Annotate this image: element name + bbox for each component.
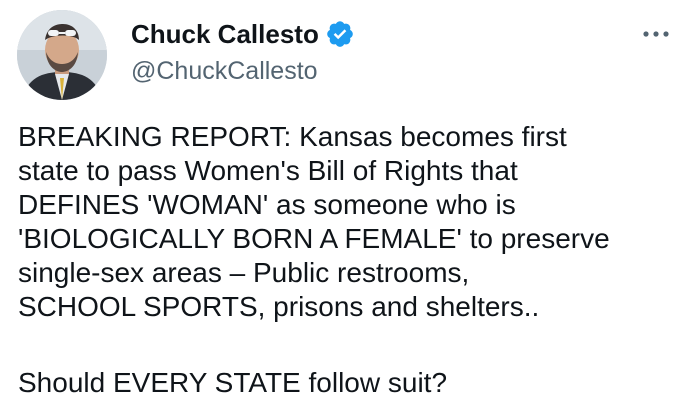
tweet-text-line: DEFINES 'WOMAN' as someone who is [18,189,516,220]
author-display-name[interactable]: Chuck Callesto [131,18,319,50]
tweet-text-line: SCHOOL SPORTS, prisons and shelters.. [18,291,540,322]
tweet-text: BREAKING REPORT: Kansas becomes first st… [18,120,686,324]
avatar[interactable] [17,10,107,100]
author-handle[interactable]: @ChuckCallesto [131,56,318,86]
author-name-row: Chuck Callesto [131,18,355,50]
tweet-text-line: 'BIOLOGICALLY BORN A FEMALE' to preserve [18,223,610,254]
tweet-card: Chuck Callesto @ChuckCallesto BREAKING R… [0,0,691,415]
tweet-question: Should EVERY STATE follow suit? [18,367,448,398]
tweet-text-line: state to pass Women's Bill of Rights tha… [18,155,518,186]
more-options-icon[interactable] [636,22,676,46]
verified-badge-icon [327,21,353,47]
tweet-text-line: BREAKING REPORT: Kansas becomes first [18,121,567,152]
tweet-text-line: single-sex areas – Public restrooms, [18,257,470,288]
profile-photo-icon [17,10,107,100]
